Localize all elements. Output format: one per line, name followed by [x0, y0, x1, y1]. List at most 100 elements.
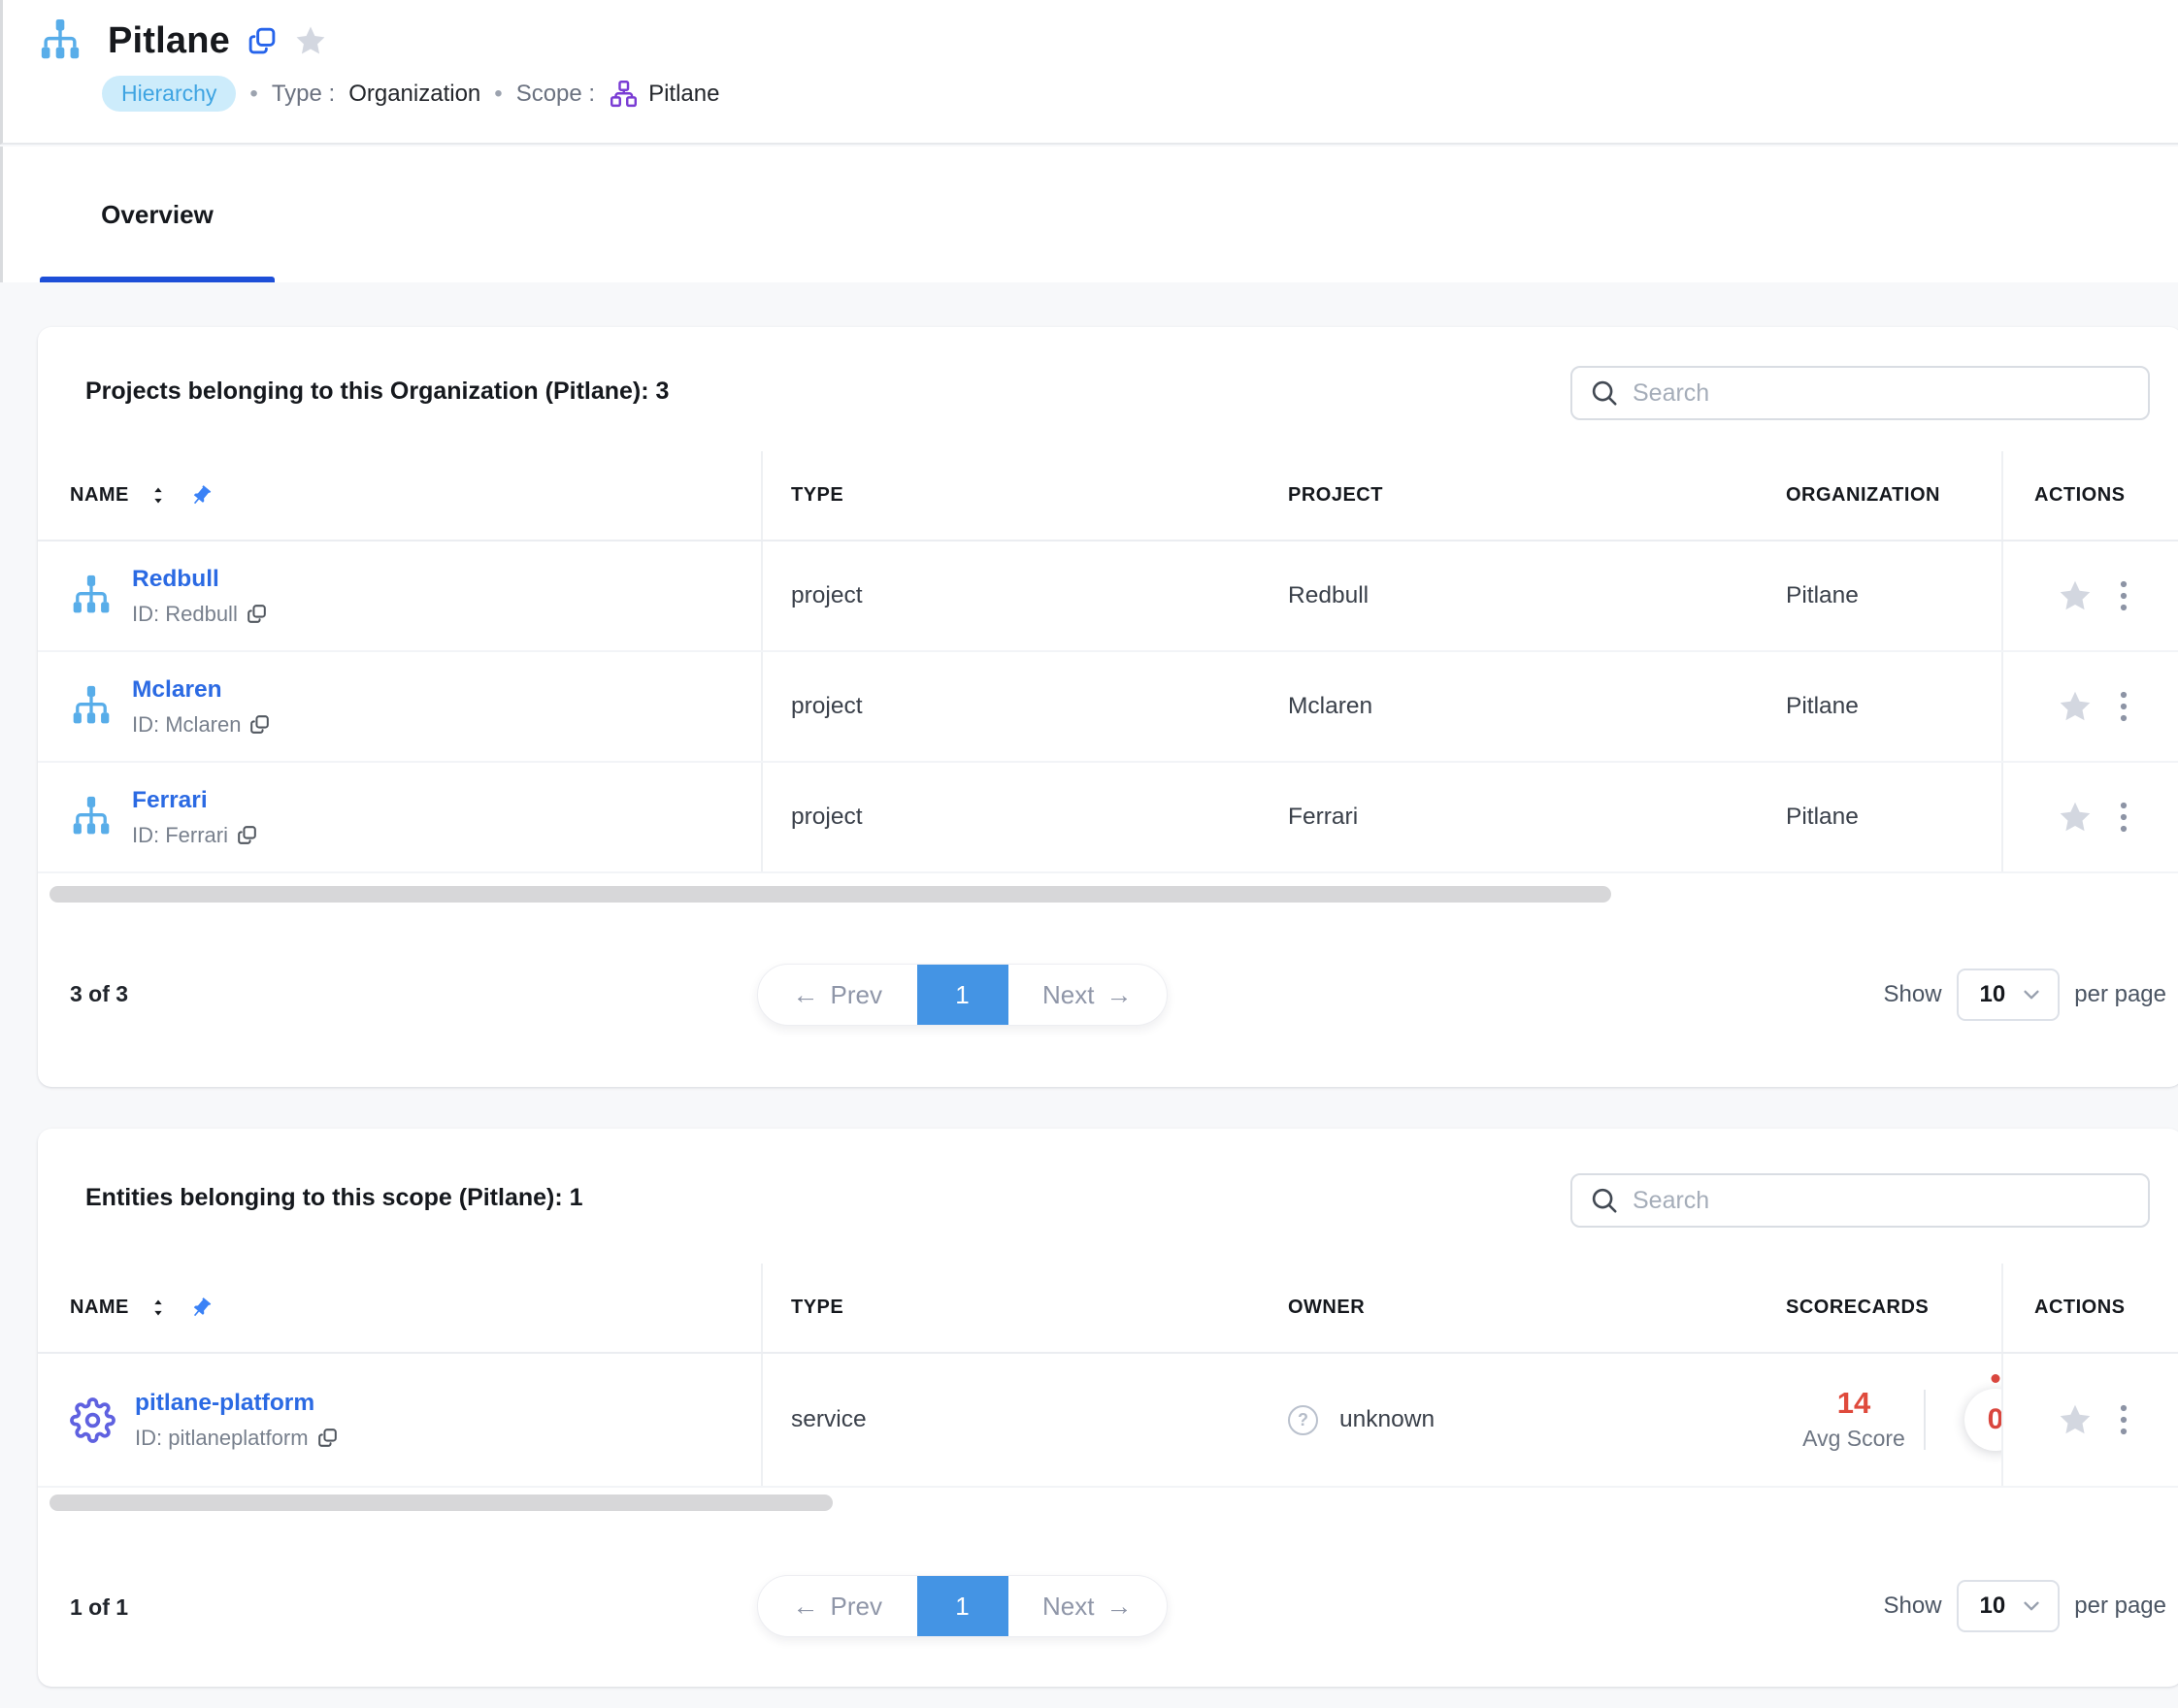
copy-id-icon[interactable]	[317, 1428, 338, 1448]
scorecards-cell: 14 Avg Score 0	[1775, 1354, 2001, 1486]
search-icon	[1590, 1186, 1619, 1215]
hierarchy-icon	[70, 794, 113, 840]
row-kebab-icon[interactable]	[2118, 801, 2129, 834]
table-row: pitlane-platform ID: pitlaneplatform ser…	[38, 1354, 2178, 1488]
show-label: Show	[1884, 1593, 1942, 1620]
copy-id-icon[interactable]	[249, 714, 270, 735]
favorite-star-icon[interactable]	[294, 24, 327, 57]
breadcrumb: Hierarchy • Type : Organization • Scope …	[102, 76, 2178, 112]
page-size-control: Show 10 per page	[1884, 967, 2167, 1023]
row-kebab-icon[interactable]	[2118, 1403, 2129, 1436]
owner-cell: ? unknown	[1288, 1405, 1435, 1435]
arrow-left-icon: ←	[793, 980, 819, 1010]
row-star-icon[interactable]	[2058, 689, 2093, 724]
table-row: Mclaren ID: Mclaren project Mclaren Pitl…	[38, 652, 2178, 763]
page-size-control: Show 10 per page	[1884, 1578, 2167, 1634]
horizontal-scrollbar[interactable]	[50, 1494, 833, 1511]
next-page-button[interactable]: Next →	[1008, 965, 1168, 1025]
row-star-icon[interactable]	[2058, 1402, 2093, 1437]
column-header-organization: ORGANIZATION	[1775, 451, 2001, 540]
column-header-name: NAME	[38, 451, 763, 540]
row-star-icon[interactable]	[2058, 800, 2093, 835]
prev-page-button[interactable]: ← Prev	[758, 1576, 917, 1636]
projects-card: Projects belonging to this Organization …	[38, 327, 2178, 1087]
chevron-down-icon	[2021, 984, 2042, 1005]
sort-icon[interactable]	[150, 1297, 166, 1318]
question-circle-icon: ?	[1288, 1405, 1318, 1435]
arrow-right-icon: →	[1106, 1592, 1132, 1622]
copy-id-icon[interactable]	[237, 825, 257, 845]
next-page-button[interactable]: Next →	[1008, 1576, 1168, 1636]
row-count: 1 of 1	[70, 1594, 128, 1621]
projects-table: NAME TYPE PROJECT ORGANIZATION	[38, 451, 2178, 873]
type-cell: service	[791, 1406, 867, 1433]
per-page-label: per page	[2074, 981, 2166, 1008]
project-cell: Redbull	[1288, 582, 1369, 609]
type-value: Organization	[348, 81, 480, 108]
entities-section-title: Entities belonging to this scope (Pitlan…	[85, 1184, 583, 1212]
table-row: Redbull ID: Redbull project Redbull Pitl…	[38, 542, 2178, 652]
entities-card: Entities belonging to this scope (Pitlan…	[38, 1129, 2178, 1687]
prev-page-button[interactable]: ← Prev	[758, 965, 917, 1025]
projects-section-title: Projects belonging to this Organization …	[85, 378, 669, 406]
scope-org-icon	[609, 79, 639, 109]
projects-search-input[interactable]	[1633, 379, 2130, 408]
tab-overview[interactable]: Overview	[40, 147, 275, 282]
column-header-scorecards: SCORECARDS	[1775, 1264, 2001, 1352]
page-header: Pitlane Hierarchy • Type : Organization …	[0, 0, 2178, 145]
pin-icon[interactable]	[189, 1297, 213, 1320]
column-header-name: NAME	[38, 1264, 763, 1352]
horizontal-scrollbar[interactable]	[50, 886, 1611, 903]
column-header-project: PROJECT	[1280, 451, 1775, 540]
arrow-right-icon: →	[1106, 980, 1132, 1010]
entity-id: ID: Mclaren	[132, 712, 241, 738]
row-kebab-icon[interactable]	[2118, 690, 2129, 723]
search-icon	[1590, 378, 1619, 408]
organization-cell: Pitlane	[1786, 582, 1859, 609]
row-kebab-icon[interactable]	[2118, 579, 2129, 612]
page-size-select[interactable]: 10	[1957, 1580, 2061, 1632]
entity-link[interactable]: Mclaren	[132, 676, 270, 704]
sort-icon[interactable]	[150, 485, 166, 506]
table-row: Ferrari ID: Ferrari project Ferrari Pitl…	[38, 763, 2178, 873]
per-page-label: per page	[2074, 1593, 2166, 1620]
entity-link[interactable]: Redbull	[132, 566, 267, 593]
row-star-icon[interactable]	[2058, 578, 2093, 613]
row-count: 3 of 3	[70, 981, 128, 1007]
scope-label: Scope :	[516, 81, 595, 108]
type-cell: project	[791, 693, 863, 720]
entity-id: ID: Redbull	[132, 602, 238, 627]
active-tab-underline	[40, 277, 275, 282]
gear-icon	[70, 1397, 116, 1443]
chevron-down-icon	[2021, 1595, 2042, 1617]
separator-dot: •	[494, 81, 502, 108]
column-header-type: TYPE	[763, 1264, 1280, 1352]
project-cell: Mclaren	[1288, 693, 1372, 720]
hierarchy-badge: Hierarchy	[102, 76, 236, 112]
pagination: ← Prev 1 Next →	[757, 1575, 1168, 1637]
type-cell: project	[791, 804, 863, 831]
scope-value: Pitlane	[648, 81, 719, 108]
show-label: Show	[1884, 981, 1942, 1008]
page-number-button[interactable]: 1	[917, 1576, 1008, 1636]
organization-cell: Pitlane	[1786, 693, 1859, 720]
avg-score-label: Avg Score	[1786, 1426, 1922, 1452]
project-cell: Ferrari	[1288, 804, 1358, 831]
entity-link[interactable]: pitlane-platform	[135, 1390, 338, 1417]
entities-search-input[interactable]	[1633, 1187, 2130, 1215]
entity-link[interactable]: Ferrari	[132, 787, 257, 814]
copy-title-icon[interactable]	[248, 26, 277, 55]
page-number-button[interactable]: 1	[917, 965, 1008, 1025]
page-size-select[interactable]: 10	[1957, 969, 2061, 1021]
avg-score-value: 14	[1786, 1388, 1922, 1420]
hierarchy-icon	[70, 573, 113, 619]
projects-search	[1570, 366, 2150, 420]
pin-icon[interactable]	[189, 484, 213, 508]
divider	[1924, 1390, 1926, 1450]
tab-bar: Overview	[0, 147, 2178, 282]
copy-id-icon[interactable]	[247, 604, 267, 624]
scorecard-badge[interactable]: 0	[1964, 1389, 2001, 1451]
column-header-actions: ACTIONS	[2001, 1264, 2178, 1352]
entities-search	[1570, 1173, 2150, 1228]
pagination: ← Prev 1 Next →	[757, 964, 1168, 1026]
